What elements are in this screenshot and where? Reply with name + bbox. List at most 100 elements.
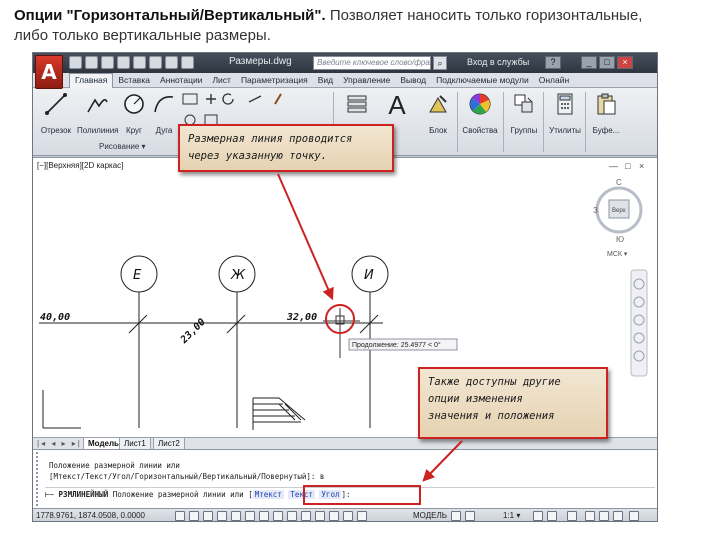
open-file-icon[interactable] <box>85 56 98 69</box>
tab-plugins[interactable]: Подключаемые модули <box>431 73 534 88</box>
application-menu-logo[interactable]: A <box>35 55 63 89</box>
caption-rest: Позволяет наносить только горизонтальные… <box>325 7 643 24</box>
layout-nav-arrows[interactable]: |◂ ◂ ▸ ▸| <box>37 438 82 449</box>
tab-insert[interactable]: Вставка <box>113 73 155 88</box>
auto-scale-icon[interactable] <box>547 511 557 521</box>
rotate-icon[interactable] <box>222 93 234 105</box>
tab-online[interactable]: Онлайн <box>534 73 574 88</box>
quick-view-layouts-icon[interactable] <box>451 511 461 521</box>
viewcube-west[interactable]: З <box>593 206 598 215</box>
ortho-mode-icon[interactable] <box>203 511 213 521</box>
ribbon-separator <box>543 92 544 152</box>
groups-tool[interactable]: Группы <box>507 92 541 135</box>
block-tool[interactable]: Блок <box>423 92 453 135</box>
annotation-scale[interactable]: 1:1 ▾ <box>503 511 520 520</box>
dynamic-input-icon[interactable] <box>287 511 297 521</box>
navigation-bar[interactable] <box>630 269 648 377</box>
redo-icon[interactable] <box>165 56 178 69</box>
quick-view-drawings-icon[interactable] <box>465 511 475 521</box>
properties-tool[interactable]: Свойства <box>461 92 499 135</box>
tab-manage[interactable]: Управление <box>338 73 395 88</box>
hardware-acceleration-icon[interactable] <box>599 511 609 521</box>
caption-line-2: либо только вертикальные размеры. <box>14 27 271 44</box>
keyword-search-input[interactable]: Введите ключевое слово/фразу <box>313 56 431 70</box>
ducs-icon[interactable] <box>273 511 283 521</box>
line-tool-label: Отрезок <box>40 126 72 135</box>
rectangle-icon[interactable] <box>182 93 198 105</box>
axis-label-e: Е <box>133 268 142 283</box>
command-line-grip-icon[interactable] <box>36 452 42 506</box>
viewcube-south[interactable]: Ю <box>616 235 624 244</box>
line-tool[interactable]: Отрезок <box>39 92 73 135</box>
option-mtext[interactable]: Мтекст <box>252 490 284 499</box>
quick-properties-icon[interactable] <box>329 511 339 521</box>
tab-annotate[interactable]: Аннотации <box>155 73 208 88</box>
object-snap-icon[interactable] <box>231 511 241 521</box>
quick-access-toolbar <box>69 56 194 70</box>
search-icon[interactable]: ⌕ <box>433 56 447 70</box>
selection-cycling-icon[interactable] <box>343 511 353 521</box>
wcs-dropdown[interactable]: МСК ▾ <box>607 251 628 258</box>
move-icon[interactable] <box>206 94 216 104</box>
3d-osnap-icon[interactable] <box>245 511 255 521</box>
clipboard-tool[interactable]: Буфе... <box>589 92 623 135</box>
workspace-dropdown-icon[interactable] <box>181 56 194 69</box>
text-tool[interactable]: A <box>383 92 411 118</box>
annotation-visibility-icon[interactable] <box>533 511 543 521</box>
tab-parametric[interactable]: Параметризация <box>236 73 313 88</box>
minimize-button[interactable]: _ <box>581 56 597 69</box>
workspace-switching-icon[interactable] <box>567 511 577 521</box>
save-as-icon[interactable] <box>117 56 130 69</box>
new-file-icon[interactable] <box>69 56 82 69</box>
tab-output[interactable]: Вывод <box>395 73 431 88</box>
utilities-tool[interactable]: Утилиты <box>547 92 583 135</box>
circle-tool[interactable]: Круг <box>121 92 147 135</box>
plot-icon[interactable] <box>133 56 146 69</box>
model-space-toggle[interactable]: МОДЕЛЬ <box>413 511 447 520</box>
viewcube-face[interactable]: Верх <box>612 208 626 214</box>
tab-layout[interactable]: Лист <box>207 73 235 88</box>
ribbon-tabs: Главная Вставка Аннотации Лист Параметри… <box>33 73 657 88</box>
lock-icon[interactable] <box>585 511 595 521</box>
close-button[interactable]: × <box>617 56 633 69</box>
command-history-line-1: Положение размерной линии или <box>49 461 180 470</box>
polar-tracking-icon[interactable] <box>217 511 227 521</box>
option-text[interactable]: Текст <box>288 490 315 499</box>
callout-top: Размерная линия проводится через указанн… <box>178 124 394 172</box>
polyline-icon <box>87 98 108 113</box>
autocad-window: Размеры.dwg Введите ключевое слово/фразу… <box>32 52 658 522</box>
text-icon: A <box>388 90 406 120</box>
polyline-tool[interactable]: Полилиния <box>77 92 119 135</box>
command-name: РЗМЛИНЕЙНЫЙ <box>58 490 109 499</box>
axis-label-zh: Ж <box>230 268 246 283</box>
brush-icon[interactable] <box>274 93 282 105</box>
transparency-icon[interactable] <box>315 511 325 521</box>
document-title: Размеры.dwg <box>229 56 292 67</box>
snap-mode-icon[interactable] <box>175 511 185 521</box>
undo-icon[interactable] <box>149 56 162 69</box>
arc-tool[interactable]: Дуга <box>151 92 177 135</box>
save-icon[interactable] <box>101 56 114 69</box>
object-tracking-icon[interactable] <box>259 511 269 521</box>
annotation-monitor-icon[interactable] <box>357 511 367 521</box>
option-angle[interactable]: Угол <box>319 490 342 499</box>
draw-panel-title[interactable]: Рисование ▾ <box>99 142 146 151</box>
layers-tool[interactable] <box>345 92 369 121</box>
viewcube-north[interactable]: С <box>616 178 622 187</box>
line-icon <box>45 93 67 115</box>
command-prompt-suffix: ]: <box>341 490 351 499</box>
isolate-objects-icon[interactable] <box>613 511 623 521</box>
sign-in-button[interactable]: Вход в службы <box>467 57 529 67</box>
circle-icon <box>124 94 144 114</box>
help-icon[interactable]: ? <box>545 56 561 69</box>
tab-home[interactable]: Главная <box>69 73 114 88</box>
clean-screen-icon[interactable] <box>629 511 639 521</box>
trim-icon[interactable] <box>248 95 262 103</box>
dimension-40: 40,00 <box>40 312 70 323</box>
maximize-button[interactable]: □ <box>599 56 615 69</box>
command-input[interactable]: ⊢~ РЗМЛИНЕЙНЫЙ Положение размерной линии… <box>45 487 655 501</box>
tab-view[interactable]: Вид <box>313 73 338 88</box>
grid-mode-icon[interactable] <box>189 511 199 521</box>
grid-axes <box>39 255 389 428</box>
lineweight-icon[interactable] <box>301 511 311 521</box>
